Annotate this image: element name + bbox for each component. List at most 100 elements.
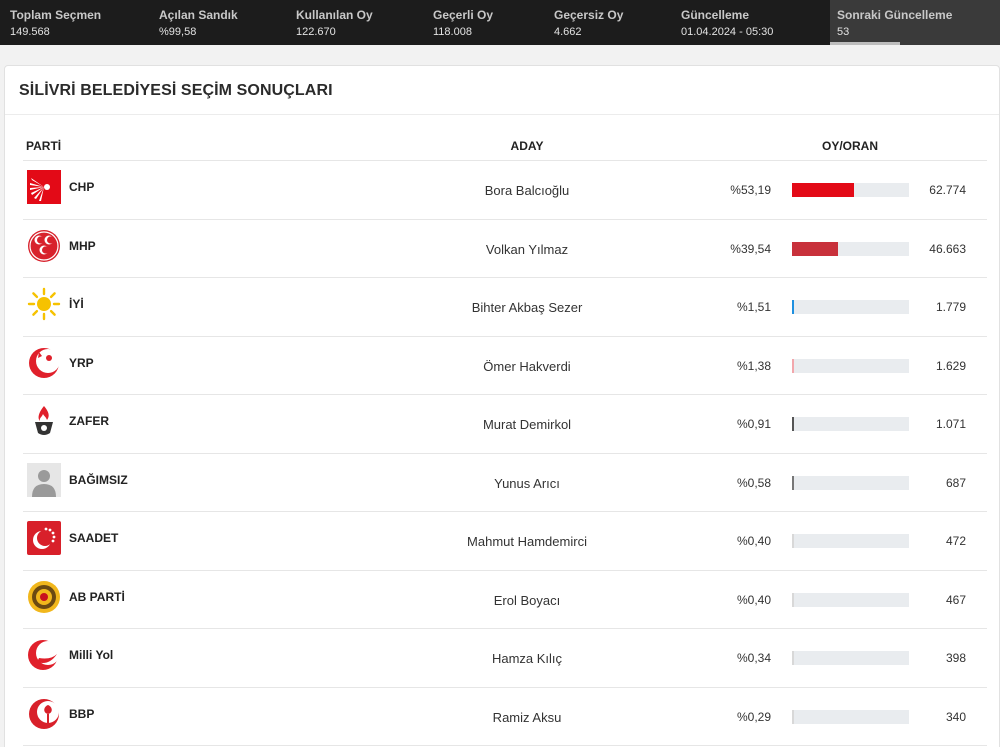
divider: [5, 114, 999, 115]
candidate-name: Murat Demirkol: [482, 417, 572, 432]
vote-share-bar: [792, 475, 909, 490]
table-row: AB PARTİ Erol Boyacı %0,40 467: [23, 571, 987, 629]
vote-share-fill: [792, 651, 794, 665]
party-name: MHP: [69, 238, 96, 253]
vote-percent: %0,58: [736, 475, 771, 490]
vote-share-bar: [792, 534, 909, 548]
candidate-name: Hamza Kılıç: [491, 651, 563, 666]
vote-share-fill: [792, 183, 855, 197]
candidate-name: Bihter Akbaş Sezer: [471, 300, 583, 315]
vote-share-fill: [792, 358, 794, 373]
vote-count: 340: [945, 709, 966, 724]
vote-share-bar: [792, 241, 909, 256]
stat-label: Güncelleme: [681, 8, 750, 22]
vote-percent: %0,40: [736, 592, 771, 607]
independent-person-icon: [27, 462, 61, 497]
stat-label: Geçerli Oy: [433, 8, 494, 22]
table-row: BBP Ramiz Aksu %0,29 340: [23, 688, 987, 746]
party-name: SAADET: [69, 531, 119, 545]
chp-logo-icon: [27, 170, 61, 204]
stat-next-update: Sonraki Güncelleme 53: [830, 0, 1000, 45]
vote-count: 46.663: [929, 241, 966, 256]
vote-share-fill: [792, 475, 794, 490]
vote-share-fill: [792, 417, 794, 431]
stat-label: Toplam Seçmen: [10, 8, 102, 22]
stats-bar: Toplam Seçmen 149.568 Açılan Sandık %99,…: [0, 0, 1000, 45]
vote-count: 62.774: [929, 183, 966, 197]
stat-value: 118.008: [433, 26, 472, 38]
vote-percent: %0,91: [736, 417, 771, 431]
candidate-name: Ramiz Aksu: [492, 709, 562, 725]
candidate-name: Volkan Yılmaz: [485, 241, 569, 257]
vote-count: 472: [945, 534, 966, 548]
mhp-logo-icon: [27, 229, 61, 263]
party-name: AB PARTİ: [69, 589, 125, 604]
vote-percent: %0,34: [736, 651, 771, 665]
bbp-logo-icon: [27, 697, 61, 731]
vote-count: 1.779: [935, 300, 966, 314]
vote-count: 467: [945, 592, 966, 607]
stat-value: 53: [837, 26, 850, 38]
stat-value: %99,58: [159, 26, 197, 38]
vote-percent: %0,40: [736, 534, 771, 548]
results-table: PARTİ ADAY OY/ORAN CHP Bora Balcıoğlu %5…: [23, 131, 987, 746]
vote-share-bar: [792, 300, 909, 314]
vote-share-bar: [792, 709, 909, 724]
table-row: CHP Bora Balcıoğlu %53,19 62.774: [23, 161, 987, 220]
header-vote: OY/ORAN: [821, 139, 879, 153]
table-row: YRP Ömer Hakverdi %1,38 1.629: [23, 337, 987, 395]
yrp-logo-icon: [27, 346, 61, 380]
party-name: CHP: [69, 180, 95, 194]
stat-label: Geçersiz Oy: [554, 8, 624, 22]
table-row: MHP Volkan Yılmaz %39,54 46.663: [23, 220, 987, 278]
party-name: BBP: [69, 706, 95, 721]
vote-share-bar: [792, 651, 909, 665]
stat-last-update: Güncelleme 01.04.2024 - 05:30: [681, 0, 773, 45]
stat-value: 01.04.2024 - 05:30: [681, 26, 774, 38]
stat-opened-boxes: Açılan Sandık %99,58: [159, 0, 238, 45]
results-card: SİLİVRİ BELEDİYESİ SEÇİM SONUÇLARI PARTİ…: [4, 65, 1000, 747]
party-name: YRP: [69, 355, 94, 370]
candidate-name: Mahmut Hamdemirci: [467, 534, 587, 549]
iyi-sun-logo-icon: [27, 287, 61, 321]
table-row: ZAFER Murat Demirkol %0,91 1.071: [23, 395, 987, 454]
countdown-progress: [830, 42, 900, 45]
stat-total-voters: Toplam Seçmen 149.568: [10, 0, 101, 45]
party-name: ZAFER: [69, 414, 109, 428]
vote-count: 1.629: [935, 358, 966, 373]
vote-percent: %0,29: [736, 709, 771, 724]
vote-share-bar: [792, 183, 909, 197]
vote-share-bar: [792, 592, 909, 607]
vote-share-fill: [792, 534, 794, 548]
candidate-name: Erol Boyacı: [493, 592, 561, 608]
vote-share-fill: [792, 300, 794, 314]
vote-count: 687: [945, 475, 966, 490]
stat-value: 4.662: [554, 26, 582, 38]
party-name: BAĞIMSIZ: [69, 472, 128, 487]
table-row: Milli Yol Hamza Kılıç %0,34 398: [23, 629, 987, 688]
stat-label: Kullanılan Oy: [296, 8, 373, 22]
vote-share-fill: [792, 709, 794, 724]
stat-value: 122.670: [296, 26, 336, 38]
party-name: İYİ: [69, 297, 84, 311]
table-row: SAADET Mahmut Hamdemirci %0,40 472: [23, 512, 987, 571]
stat-invalid-votes: Geçersiz Oy 4.662: [554, 0, 623, 45]
vote-count: 1.071: [935, 417, 966, 431]
vote-percent: %53,19: [730, 183, 771, 197]
stat-value: 149.568: [10, 26, 50, 38]
vote-percent: %1,38: [736, 358, 771, 373]
vote-share-bar: [792, 417, 909, 431]
table-row: BAĞIMSIZ Yunus Arıcı %0,58 687: [23, 454, 987, 512]
vote-share-fill: [792, 241, 839, 256]
vote-share-fill: [792, 592, 794, 607]
milli-yol-logo-icon: [27, 638, 61, 672]
header-candidate: ADAY: [510, 139, 544, 153]
saadet-logo-icon: [27, 521, 61, 555]
stat-used-votes: Kullanılan Oy 122.670: [296, 0, 373, 45]
vote-share-bar: [792, 358, 909, 373]
vote-count: 398: [945, 651, 966, 665]
candidate-name: Yunus Arıcı: [494, 475, 560, 491]
page-title: SİLİVRİ BELEDİYESİ SEÇİM SONUÇLARI: [19, 82, 333, 99]
zafer-torch-logo-icon: [27, 404, 61, 438]
vote-percent: %39,54: [730, 241, 771, 256]
